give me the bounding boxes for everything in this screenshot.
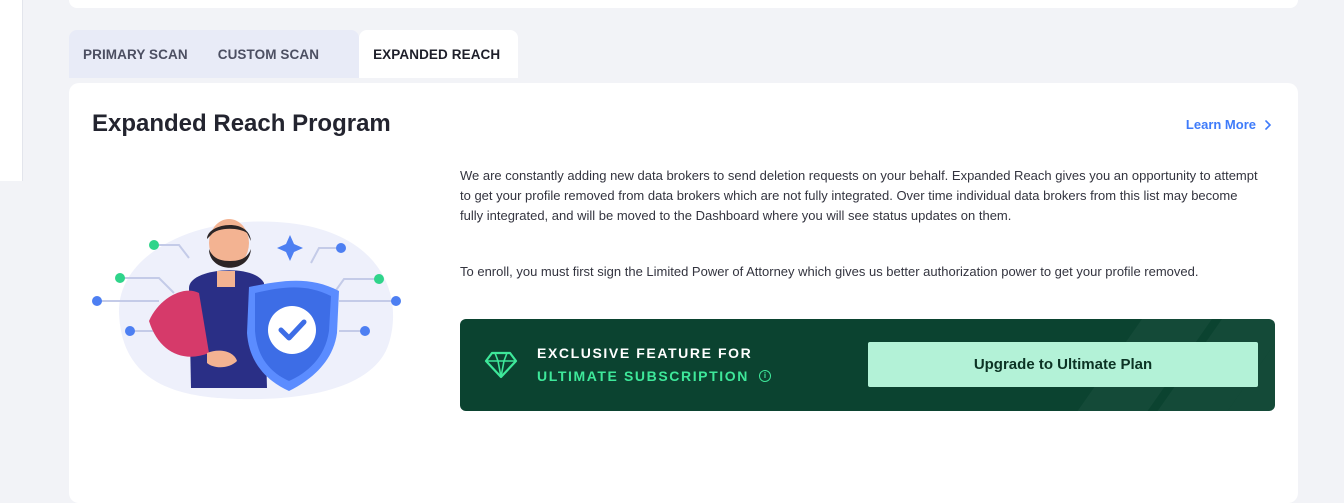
tab-expanded-reach[interactable]: EXPANDED REACH [359,30,519,78]
program-description: We are constantly adding new data broker… [460,168,1258,223]
ultimate-subscription-label: ULTIMATE SUBSCRIPTION i [537,368,771,384]
top-card-edge [69,0,1298,8]
tab-primary-scan[interactable]: PRIMARY SCAN [69,30,203,78]
info-icon[interactable]: i [758,370,771,382]
chevron-right-icon [1265,119,1272,130]
diamond-icon [484,351,518,379]
tab-custom-scan[interactable]: CUSTOM SCAN [202,30,360,78]
exclusive-feature-label: EXCLUSIVE FEATURE FOR [537,345,753,361]
learn-more-label: Learn More [1185,117,1256,132]
left-sidebar-edge [0,0,23,181]
learn-more-link[interactable]: Learn More [1186,117,1272,132]
ultimate-subscription-text: ULTIMATE SUBSCRIPTION [537,368,749,384]
page-title: Expanded Reach Program [92,110,391,137]
expanded-reach-panel: Expanded Reach Program Learn More We are… [69,83,1298,503]
privacy-shield-illustration [92,219,401,400]
scan-tabs: PRIMARY SCAN CUSTOM SCAN EXPANDED REACH [69,30,519,78]
exclusive-feature-banner: EXCLUSIVE FEATURE FOR ULTIMATE SUBSCRIPT… [460,319,1275,411]
upgrade-button[interactable]: Upgrade to Ultimate Plan [868,342,1258,387]
enrollment-note: To enroll, you must first sign the Limit… [460,264,1199,279]
